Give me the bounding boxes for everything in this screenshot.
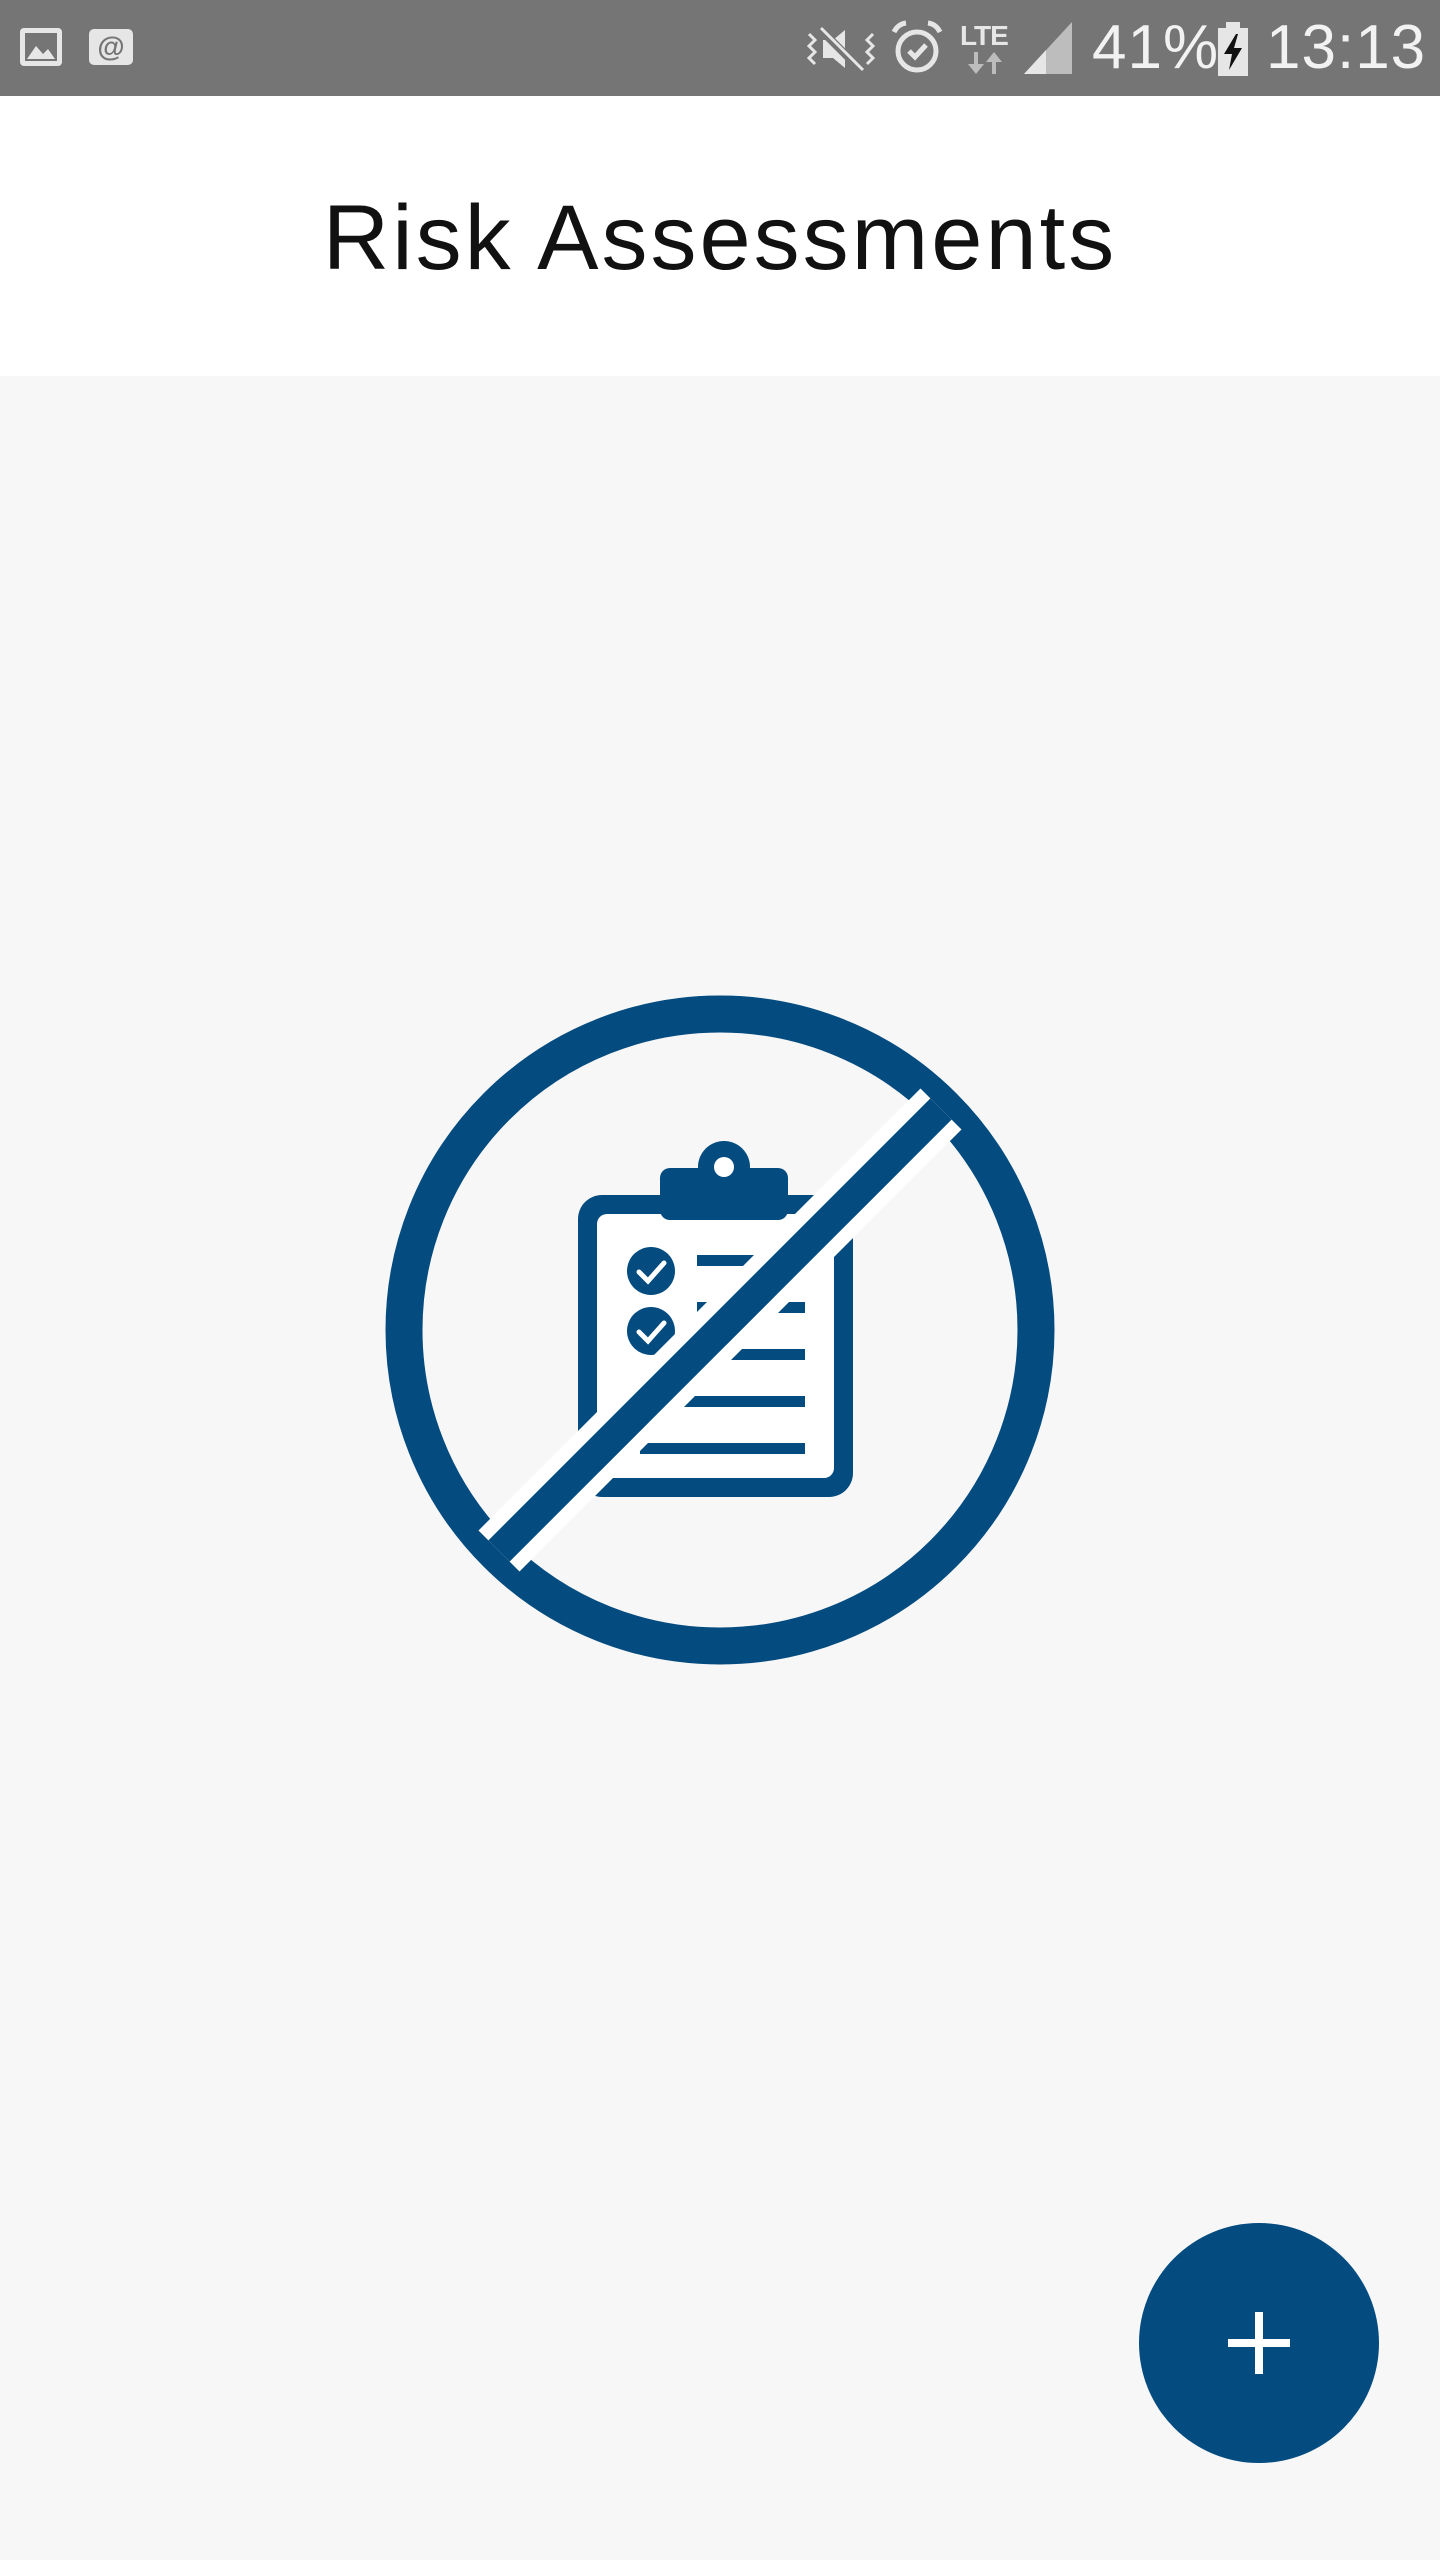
signal-icon (1024, 22, 1072, 74)
alarm-icon (891, 20, 943, 73)
page-title: Risk Assessments (322, 187, 1118, 289)
app-header: Risk Assessments (0, 96, 1440, 376)
status-time: 13:13 (1266, 13, 1427, 82)
svg-text:@: @ (97, 31, 124, 62)
lte-icon: LTE (958, 20, 1014, 76)
plus-icon (1228, 2312, 1290, 2374)
battery-percent: 41% (1092, 13, 1220, 82)
network-label: LTE (960, 20, 1009, 51)
mute-icon (806, 25, 876, 73)
battery-charging-icon (1218, 22, 1248, 76)
email-icon: @ (89, 29, 133, 65)
add-assessment-button[interactable] (1139, 2223, 1379, 2463)
no-assessments-icon (385, 995, 1055, 1665)
status-bar: @ LTE 41% 13:13 (0, 0, 1440, 96)
gallery-icon (20, 28, 62, 66)
